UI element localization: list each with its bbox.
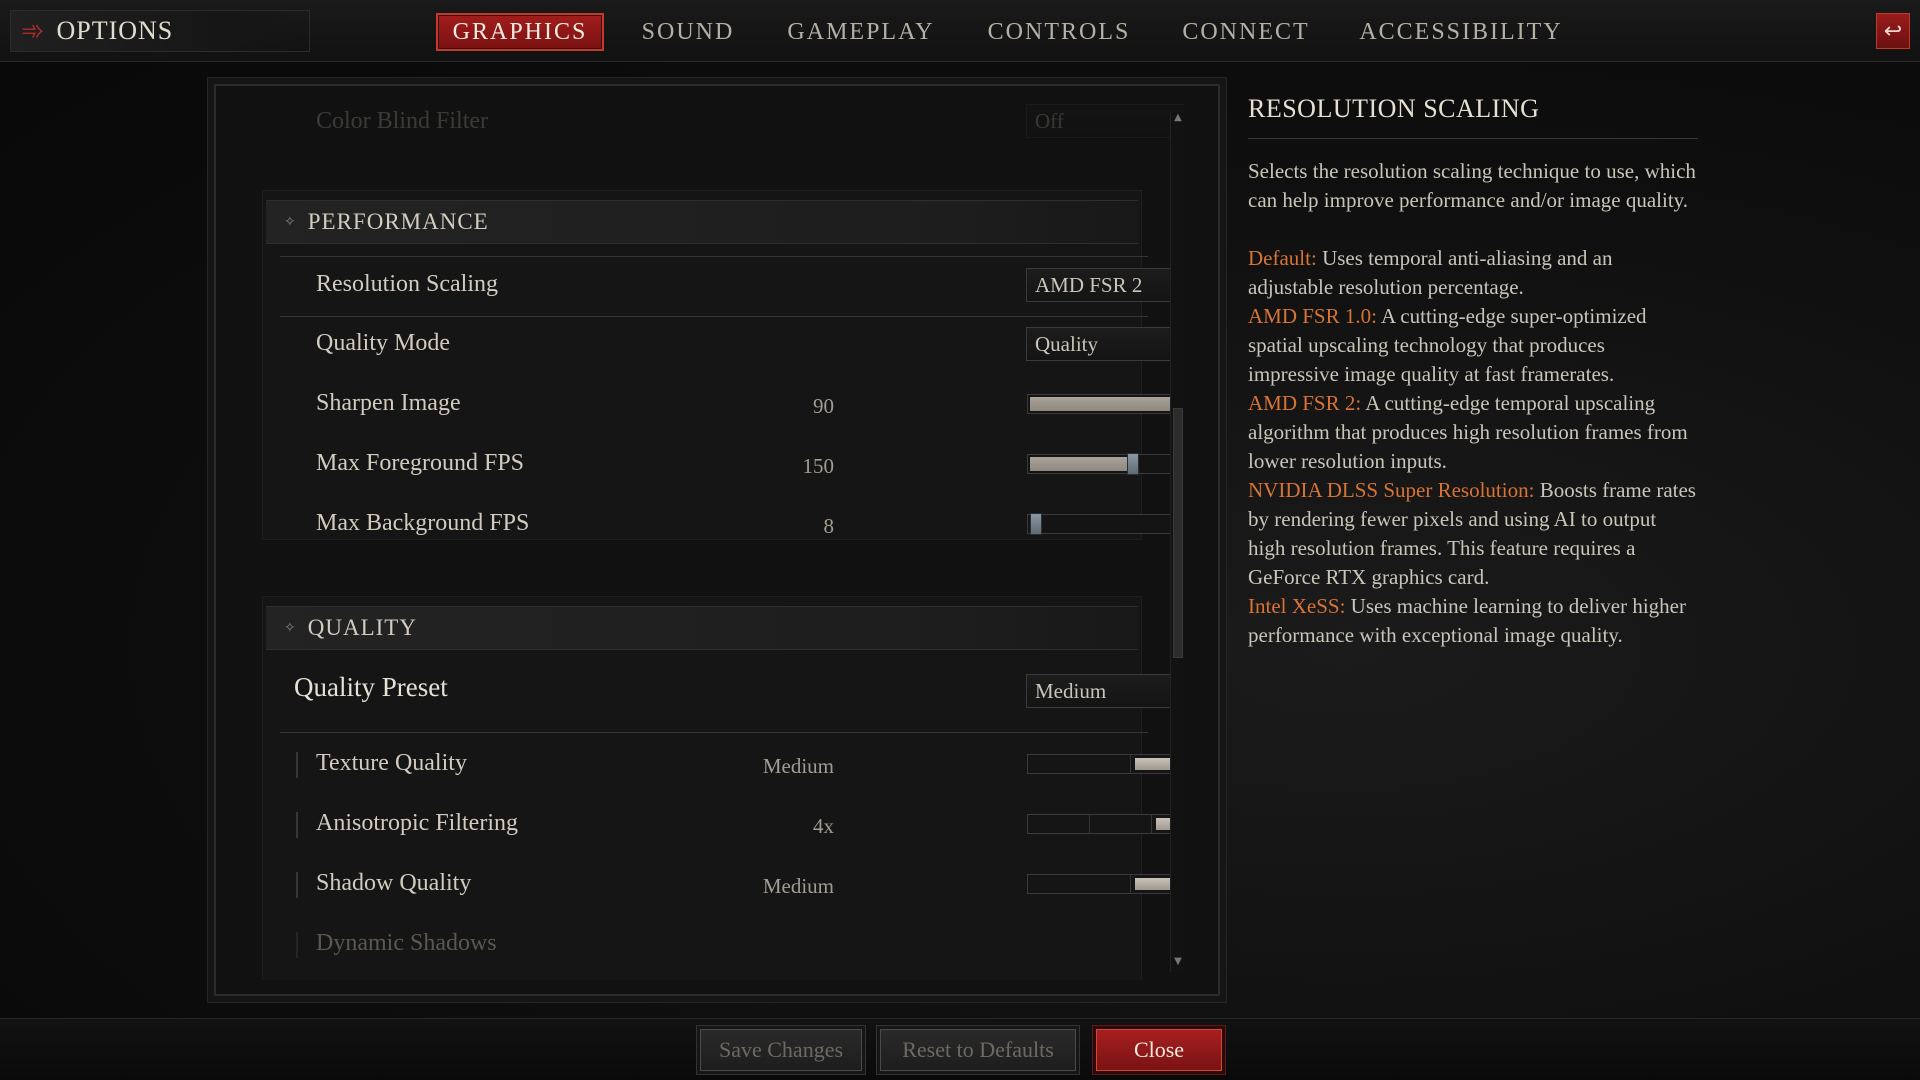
info-title: RESOLUTION SCALING	[1248, 94, 1698, 139]
color-blind-filter-dropdown[interactable]: Off ▼	[1026, 104, 1184, 138]
shadow-quality-value: Medium	[762, 874, 834, 898]
slider-fill	[1030, 397, 1184, 411]
resolution-scaling-value: AMD FSR 2	[1035, 272, 1143, 297]
max-background-fps-value: 8	[823, 514, 835, 538]
quality-header: ✧ QUALITY	[266, 606, 1138, 650]
info-item-dlss: NVIDIA DLSS Super Resolution: Boosts fra…	[1248, 478, 1696, 589]
settings-scroll-area[interactable]: Color Blind Filter Off ▼ ✧ PERFORMANCE R…	[234, 104, 1184, 980]
settings-frame: Color Blind Filter Off ▼ ✧ PERFORMANCE R…	[214, 84, 1220, 996]
scrollbar-thumb[interactable]	[1173, 408, 1183, 658]
tab-graphics[interactable]: GRAPHICS	[436, 13, 604, 51]
max-background-fps-label: Max Background FPS	[316, 510, 530, 536]
anisotropic-filtering-selector[interactable]	[1027, 814, 1184, 834]
indent-marker	[296, 752, 298, 778]
tab-controls[interactable]: CONTROLS	[976, 13, 1142, 51]
bottom-bar: Save Changes Reset to Defaults Close	[0, 1018, 1920, 1080]
resolution-scaling-dropdown[interactable]: AMD FSR 2 ▼	[1026, 268, 1184, 302]
info-panel: RESOLUTION SCALING Selects the resolutio…	[1248, 94, 1698, 650]
step-segment[interactable]	[1090, 815, 1152, 833]
shadow-quality-label: Shadow Quality	[316, 870, 472, 896]
back-arrow-icon: ↩	[1883, 18, 1903, 44]
sharpen-image-value: 90	[813, 394, 834, 418]
indent-marker	[296, 812, 298, 838]
info-item-fsr2: AMD FSR 2: A cutting-edge temporal upsca…	[1248, 391, 1688, 473]
scroll-down-icon[interactable]: ▼	[1171, 956, 1185, 972]
tab-accessibility[interactable]: ACCESSIBILITY	[1358, 13, 1564, 51]
quality-preset-label: Quality Preset	[294, 672, 448, 702]
shadow-quality-selector[interactable]	[1027, 874, 1184, 894]
slider-handle[interactable]	[1127, 453, 1139, 475]
quality-preset-value: Medium	[1035, 678, 1107, 703]
close-button[interactable]: Close	[1096, 1029, 1222, 1071]
quality-mode-value: Quality	[1035, 331, 1098, 356]
back-button[interactable]: ↩	[1876, 13, 1910, 49]
quality-mode-label: Quality Mode	[316, 330, 450, 356]
dynamic-shadows-label: Dynamic Shadows	[316, 930, 497, 956]
tab-connect[interactable]: CONNECT	[1172, 13, 1320, 51]
indent-marker	[296, 872, 298, 898]
quality-mode-dropdown[interactable]: Quality ▼	[1026, 327, 1184, 361]
divider	[280, 732, 1148, 733]
info-item-xess: Intel XeSS: Uses machine learning to del…	[1248, 594, 1686, 647]
quality-preset-dropdown[interactable]: Medium ▼	[1026, 674, 1184, 708]
resolution-scaling-label: Resolution Scaling	[316, 271, 498, 297]
info-item-default: Default: Uses temporal anti-aliasing and…	[1248, 246, 1613, 299]
max-foreground-fps-slider[interactable]	[1027, 453, 1184, 475]
scroll-up-icon[interactable]: ▲	[1171, 112, 1185, 128]
performance-title: PERFORMANCE	[307, 209, 489, 234]
quality-section	[262, 596, 1142, 980]
tab-gameplay[interactable]: GAMEPLAY	[780, 13, 942, 51]
color-blind-filter-label: Color Blind Filter	[316, 108, 489, 134]
divider	[280, 316, 1148, 317]
slider-handle[interactable]	[1030, 513, 1042, 535]
tab-sound[interactable]: SOUND	[626, 13, 750, 51]
quality-title: QUALITY	[307, 615, 417, 640]
sharpen-image-label: Sharpen Image	[316, 390, 461, 416]
info-item-fsr1: AMD FSR 1.0: A cutting-edge super-optimi…	[1248, 304, 1647, 386]
color-blind-filter-value: Off	[1035, 108, 1064, 133]
step-segment[interactable]	[1028, 755, 1131, 773]
options-label: OPTIONS	[56, 16, 174, 45]
info-list: Default: Uses temporal anti-aliasing and…	[1248, 244, 1698, 650]
reset-to-defaults-button[interactable]: Reset to Defaults	[880, 1029, 1076, 1071]
indent-marker	[296, 932, 298, 958]
texture-quality-value: Medium	[762, 754, 834, 778]
top-bar: ➾ OPTIONS GRAPHICS SOUND GAMEPLAY CONTRO…	[0, 0, 1920, 62]
slider-fill	[1030, 457, 1133, 471]
texture-quality-selector[interactable]	[1027, 754, 1184, 774]
divider	[280, 256, 1148, 257]
performance-header: ✧ PERFORMANCE	[266, 200, 1138, 244]
settings-scrollbar[interactable]: ▲ ▼	[1170, 112, 1184, 972]
color-blind-filter-row[interactable]: Color Blind Filter Off ▼	[234, 104, 1184, 144]
info-intro: Selects the resolution scaling technique…	[1248, 159, 1696, 212]
max-foreground-fps-label: Max Foreground FPS	[316, 450, 525, 476]
diamond-icon: ✧	[284, 620, 296, 636]
max-background-fps-slider[interactable]	[1027, 513, 1184, 535]
anisotropic-filtering-value: 4x	[813, 814, 834, 838]
sharpen-image-slider[interactable]	[1027, 394, 1184, 414]
step-segment[interactable]	[1028, 875, 1131, 893]
anisotropic-filtering-label: Anisotropic Filtering	[316, 810, 518, 836]
save-changes-button[interactable]: Save Changes	[700, 1029, 862, 1071]
step-segment[interactable]	[1028, 815, 1090, 833]
options-title: ➾ OPTIONS	[10, 10, 310, 52]
max-foreground-fps-value: 150	[802, 454, 835, 478]
texture-quality-label: Texture Quality	[316, 750, 467, 776]
diamond-icon: ✧	[284, 214, 296, 230]
arrow-right-icon: ➾	[21, 14, 45, 47]
